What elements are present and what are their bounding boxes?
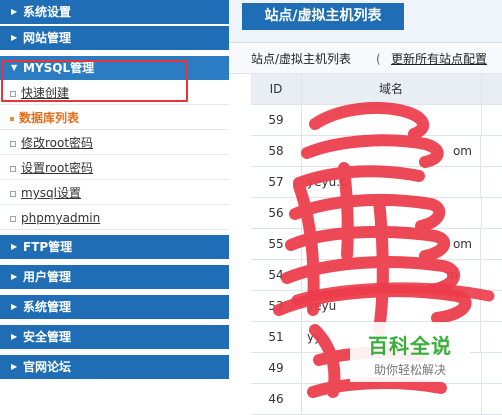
column-header-extra [481, 74, 502, 104]
square-bullet-icon [10, 165, 16, 172]
cell-domain [301, 384, 482, 414]
cell-domain: om [301, 229, 481, 259]
sidebar-item-mysql-settings[interactable]: mysql设置 [0, 181, 229, 205]
nav-section-label: 安全管理 [23, 330, 72, 344]
sidebar-item-phpmyadmin[interactable]: phpmyadmin [0, 206, 229, 230]
cell-id: 55 [251, 229, 302, 259]
nav-section-label: 官网论坛 [23, 360, 72, 374]
triangle-right-icon: ▶ [11, 272, 18, 281]
square-bullet-icon [10, 215, 16, 222]
watermark-title: 百科全说 [368, 334, 452, 358]
sidebar-item-label: 修改root密码 [21, 136, 94, 150]
table-row[interactable]: 55 om [251, 229, 502, 260]
square-bullet-icon [10, 190, 16, 197]
sidebar-item-label: 设置root密码 [21, 161, 94, 175]
table-row[interactable]: 56 [251, 198, 502, 229]
table-row[interactable]: 59 [251, 105, 502, 136]
cell-id: 53 [251, 291, 302, 321]
table-row[interactable]: 54 m [251, 260, 502, 291]
watermark-logo: 百科全说 助你轻松解决 [350, 322, 470, 382]
triangle-right-icon: ▶ [11, 362, 18, 371]
nav-section-security[interactable]: ▶ 安全管理 [0, 325, 229, 349]
nav-section-label: 系统管理 [23, 300, 72, 314]
table-row[interactable]: 53 yeyu [251, 291, 502, 322]
cell-id: 51 [251, 322, 302, 352]
nav-section-forum[interactable]: ▶ 官网论坛 [0, 355, 229, 379]
triangle-right-icon: ▶ [11, 332, 18, 341]
cell-id: 58 [251, 136, 302, 166]
nav-section-label: 系统设置 [23, 5, 72, 19]
sidebar: ▶ 系统设置 ▶ 网站管理 ▼ MYSQL管理 快速创建 数据库列表 修改root密码… [0, 0, 229, 405]
separator: ( [376, 52, 381, 66]
annotation-highlight-box [1, 60, 188, 102]
watermark-subtitle: 助你轻松解决 [373, 363, 446, 377]
table-row[interactable]: 46 [251, 384, 502, 415]
sidebar-item-set-root-password[interactable]: 设置root密码 [0, 156, 229, 180]
column-header-id: ID [251, 74, 302, 104]
table-row[interactable]: 58 om [251, 136, 502, 167]
table-header: ID 域名 [251, 74, 502, 105]
nav-section-site-management[interactable]: ▶ 网站管理 [0, 26, 229, 50]
sidebar-item-label: 数据库列表 [19, 111, 80, 125]
sidebar-item-change-root-password[interactable]: 修改root密码 [0, 131, 229, 155]
nav-section-label: 网站管理 [23, 31, 72, 45]
triangle-right-icon: ▶ [11, 7, 18, 16]
nav-section-system[interactable]: ▶ 系统管理 [0, 295, 229, 319]
sidebar-item-label: mysql设置 [21, 186, 81, 200]
page-title: 站点/虚拟主机列表 [251, 52, 352, 66]
cell-domain: m [301, 260, 481, 290]
cell-domain [301, 198, 482, 228]
nav-section-ftp[interactable]: ▶ FTP管理 [0, 235, 229, 259]
nav-section-label: 用户管理 [23, 270, 72, 284]
table-row[interactable]: 57 yeyu.c [251, 167, 502, 198]
top-bar: 站点/虚拟主机列表 [229, 0, 502, 43]
sidebar-item-database-list[interactable]: 数据库列表 [0, 106, 229, 130]
cell-domain [301, 105, 482, 135]
square-bullet-icon [10, 140, 16, 147]
nav-section-label: FTP管理 [23, 240, 73, 254]
nav-section-users[interactable]: ▶ 用户管理 [0, 265, 229, 289]
cell-id: 57 [251, 167, 302, 197]
column-header-domain: 域名 [301, 74, 482, 104]
triangle-right-icon: ▶ [11, 33, 18, 42]
active-bullet-icon [10, 116, 14, 121]
triangle-right-icon: ▶ [11, 242, 18, 251]
refresh-all-sites-link[interactable]: 更新所有站点配置 [391, 45, 487, 73]
cell-id: 49 [251, 353, 302, 383]
cell-id: 59 [251, 105, 302, 135]
cell-domain: om [301, 136, 481, 166]
cell-id: 54 [251, 260, 302, 290]
sidebar-item-label: phpmyadmin [21, 211, 101, 225]
breadcrumb: 站点/虚拟主机列表 ( 更新所有站点配置 [229, 45, 502, 74]
cell-domain: yeyu [301, 291, 481, 321]
cell-domain: yeyu.c [301, 167, 481, 197]
triangle-right-icon: ▶ [11, 302, 18, 311]
cell-id: 56 [251, 198, 302, 228]
cell-id: 46 [251, 384, 302, 414]
tab-site-list[interactable]: 站点/虚拟主机列表 [242, 3, 404, 30]
nav-section-system-settings[interactable]: ▶ 系统设置 [0, 0, 229, 24]
